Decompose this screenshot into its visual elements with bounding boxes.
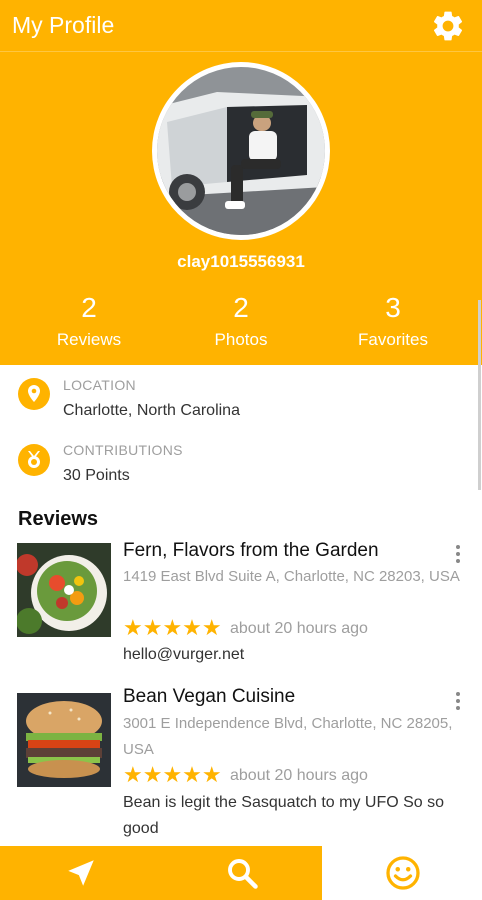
medal-icon <box>18 444 50 476</box>
review-text: hello@vurger.net <box>123 646 245 663</box>
bottom-navigation <box>0 846 482 900</box>
stat-value: 3 <box>385 292 401 323</box>
stat-label: Photos <box>214 330 268 349</box>
profile-header: My Profile clay1015556931 2 Reviews 2 Ph… <box>0 0 482 365</box>
review-restaurant-name[interactable]: Bean Vegan Cuisine <box>123 686 295 708</box>
review-time: about 20 hours ago <box>230 767 368 784</box>
rating-stars: ★★★★★ <box>123 615 222 640</box>
stat-favorites[interactable]: 3 Favorites <box>323 290 463 350</box>
contributions-value: 30 Points <box>63 467 130 484</box>
contributions-label: CONTRIBUTIONS <box>63 442 183 458</box>
rating-stars: ★★★★★ <box>123 762 222 787</box>
nav-profile[interactable] <box>322 846 482 900</box>
username: clay1015556931 <box>177 252 305 271</box>
gear-icon[interactable] <box>430 8 466 44</box>
page-title: My Profile <box>12 12 115 38</box>
location-pin-icon <box>18 378 50 410</box>
stat-label: Favorites <box>358 330 428 349</box>
location-label: LOCATION <box>63 377 136 393</box>
avatar[interactable] <box>152 62 330 240</box>
avatar-image <box>157 67 325 235</box>
location-value: Charlotte, North Carolina <box>63 402 240 419</box>
stat-value: 2 <box>233 292 249 323</box>
smiley-face-icon <box>385 856 420 890</box>
more-options-icon[interactable] <box>450 690 466 714</box>
review-restaurant-name[interactable]: Fern, Flavors from the Garden <box>123 540 379 562</box>
review-time: about 20 hours ago <box>230 620 368 637</box>
stat-reviews[interactable]: 2 Reviews <box>19 290 159 350</box>
review-thumbnail <box>17 543 111 637</box>
review-text: Bean is legit the Sasquatch to my UFO So… <box>123 794 445 837</box>
stat-photos[interactable]: 2 Photos <box>171 290 311 350</box>
avatar-photo <box>157 67 325 235</box>
app-bar: My Profile <box>0 0 482 52</box>
nav-search[interactable] <box>161 846 322 900</box>
more-options-icon[interactable] <box>450 543 466 567</box>
nav-nearby[interactable] <box>0 846 161 900</box>
review-address: 3001 E Independence Blvd, Charlotte, NC … <box>123 715 453 758</box>
review-address: 1419 East Blvd Suite A, Charlotte, NC 28… <box>123 568 460 585</box>
search-icon <box>227 859 258 889</box>
stat-label: Reviews <box>56 330 122 349</box>
scroll-indicator <box>478 300 481 490</box>
navigation-arrow-icon <box>67 860 94 886</box>
reviews-section-title: Reviews <box>18 508 99 530</box>
stat-value: 2 <box>81 292 97 323</box>
review-thumbnail <box>17 693 111 787</box>
